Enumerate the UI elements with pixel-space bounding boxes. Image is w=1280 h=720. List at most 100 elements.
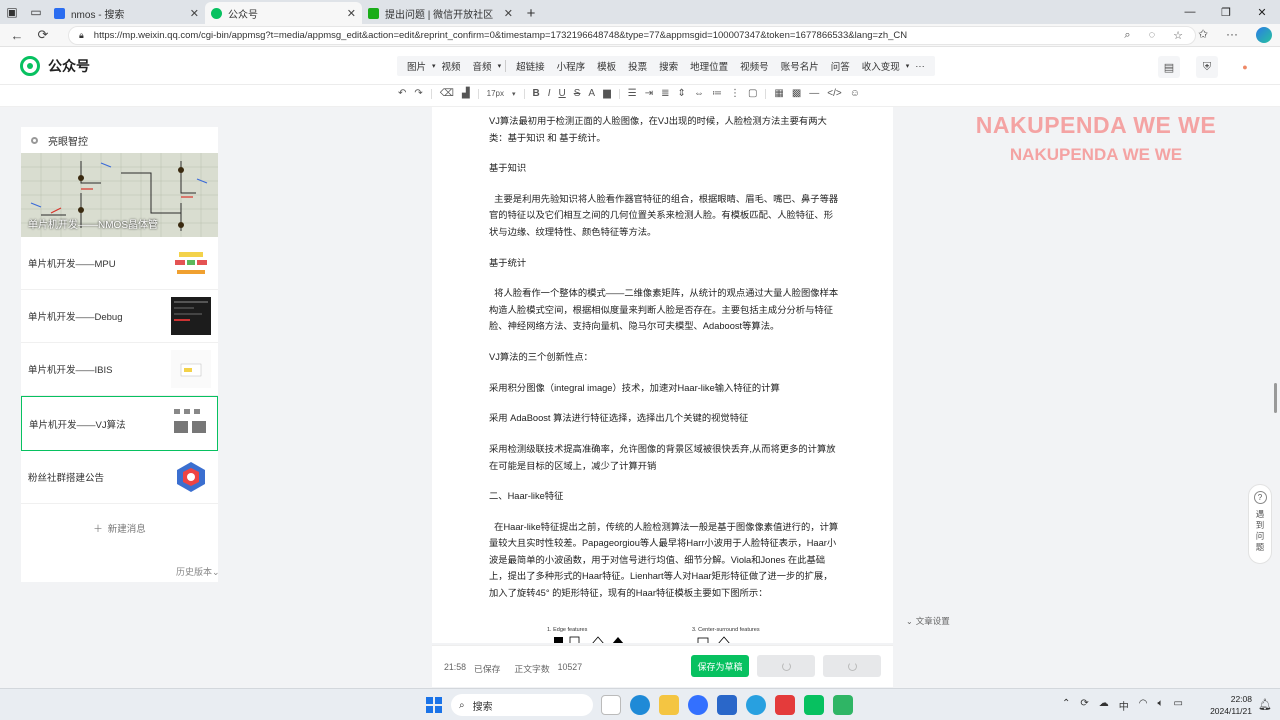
insert-template[interactable]: 模板 <box>591 59 622 73</box>
insert-account-card[interactable]: 账号名片 <box>775 59 825 73</box>
ordered-list-icon[interactable]: ≔ <box>712 88 722 99</box>
refresh-icon[interactable]: ⟳ <box>30 27 56 43</box>
account-header[interactable]: 亮眼智控 <box>21 127 218 153</box>
help-button[interactable]: ? 遇到问题 <box>1248 484 1272 564</box>
close-window-icon[interactable]: ✕ <box>1244 0 1280 24</box>
new-tab-button[interactable]: + <box>519 2 543 24</box>
netease-music-icon[interactable] <box>775 695 795 715</box>
article-editor[interactable]: VJ算法最初用于检测正面的人脸图像，在VJ出现的时候，人脸检测方法主要有两大类：… <box>432 107 893 643</box>
publish-button[interactable] <box>823 655 881 677</box>
article-body[interactable]: VJ算法最初用于检测正面的人脸图像，在VJ出现的时候，人脸检测方法主要有两大类：… <box>489 113 839 616</box>
maximize-icon[interactable]: ❐ <box>1208 0 1244 24</box>
insert-search[interactable]: 搜索 <box>653 59 684 73</box>
article-item-ibis[interactable]: 单片机开发——IBIS <box>21 343 218 396</box>
favorite-star-icon[interactable]: ☆ <box>1173 29 1183 42</box>
browser-tab-community[interactable]: 提出问题 | 微信开放社区 ✕ <box>362 2 519 24</box>
article-item-community[interactable]: 粉丝社群搭建公告 <box>21 451 218 504</box>
insert-video[interactable]: 视频 <box>436 59 467 73</box>
avatar[interactable]: ● <box>1234 56 1256 78</box>
insert-monetize[interactable]: 收入变现 <box>856 59 906 73</box>
shield-icon[interactable]: ⛨ <box>1196 56 1218 78</box>
sync-icon[interactable]: ⟳ <box>1080 698 1088 713</box>
preview-button[interactable] <box>757 655 815 677</box>
insert-more[interactable]: ··· <box>909 61 931 72</box>
font-size-select[interactable]: 17px <box>487 89 504 98</box>
cloud-icon[interactable]: ☁ <box>1099 698 1109 713</box>
page-scrollbar[interactable] <box>1274 383 1277 413</box>
browser-tab-search[interactable]: nmos - 搜索 ✕ <box>48 2 205 24</box>
insert-link[interactable]: 超链接 <box>510 59 551 73</box>
new-message-button[interactable]: ＋ 新建消息 <box>21 504 218 552</box>
clear-format-icon[interactable]: ▟ <box>462 88 470 99</box>
zoom-icon[interactable]: ⌕ <box>1124 29 1130 42</box>
insert-audio[interactable]: 音频 <box>467 59 498 73</box>
wechat-icon[interactable] <box>804 695 824 715</box>
letter-spacing-icon[interactable]: ⇔ <box>694 88 704 99</box>
chevron-up-icon[interactable]: ⌃ <box>1062 698 1070 713</box>
article-item-mpu[interactable]: 单片机开发——MPU <box>21 237 218 290</box>
line-height-icon[interactable]: ≣ <box>661 88 669 99</box>
undo-icon[interactable]: ↶ <box>398 88 406 99</box>
store-icon[interactable] <box>717 695 737 715</box>
input-method-icon[interactable]: 中 <box>1119 698 1129 713</box>
close-icon[interactable]: ✕ <box>347 7 356 20</box>
document-icon[interactable]: ▤ <box>1158 56 1180 78</box>
close-icon[interactable]: ✕ <box>504 7 513 20</box>
lark-icon[interactable] <box>688 695 708 715</box>
notification-bell-icon[interactable]: 🔔︎ <box>1258 698 1272 711</box>
font-color-icon[interactable]: A <box>588 88 595 99</box>
strikethrough-icon[interactable]: S <box>574 88 581 99</box>
battery-icon[interactable]: ▭ <box>1174 698 1183 713</box>
insert-qa[interactable]: 问答 <box>825 59 856 73</box>
read-aloud-icon[interactable]: ◌ <box>1149 29 1156 42</box>
emoji-grid-icon[interactable]: ▩ <box>792 88 801 99</box>
cover-article[interactable]: 单片机开发——NMOS晶体管 <box>21 153 218 237</box>
article-item-vj[interactable]: 单片机开发——VJ算法 <box>21 396 218 451</box>
smiley-icon[interactable]: ☺ <box>850 88 860 99</box>
unordered-list-icon[interactable]: ⋮ <box>730 88 740 99</box>
background-color-icon[interactable]: ▆ <box>603 88 611 99</box>
insert-vote[interactable]: 投票 <box>622 59 653 73</box>
horizontal-rule-icon[interactable]: — <box>809 88 819 99</box>
back-icon[interactable]: ← <box>4 28 30 43</box>
close-icon[interactable]: ✕ <box>190 7 199 20</box>
italic-icon[interactable]: I <box>548 88 551 99</box>
task-view-icon[interactable] <box>601 695 621 715</box>
favorites-icon[interactable]: ✩ <box>1198 27 1208 43</box>
edge-icon[interactable] <box>630 695 650 715</box>
bold-icon[interactable]: B <box>533 88 540 99</box>
format-brush-icon[interactable]: ⌫ <box>440 88 454 99</box>
browser-tab-gongzhonghao[interactable]: 公众号 ✕ <box>205 2 362 24</box>
browser-profile-icon[interactable]: ▣ <box>0 0 24 24</box>
indent-icon[interactable]: ⇥ <box>645 88 653 99</box>
taskbar-clock[interactable]: 22:08 2024/11/21 <box>1210 693 1252 717</box>
article-settings-button[interactable]: ⌄ 文章设置 <box>906 613 950 629</box>
insert-channels[interactable]: 视频号 <box>734 59 775 73</box>
underline-icon[interactable]: U <box>559 88 566 99</box>
tab-actions-icon[interactable]: ▭ <box>24 0 48 24</box>
article-item-debug[interactable]: 单片机开发——Debug <box>21 290 218 343</box>
monitor-app-icon[interactable] <box>833 695 853 715</box>
browser-icon[interactable] <box>746 695 766 715</box>
volume-icon[interactable]: 🔈︎ <box>1158 698 1164 713</box>
file-explorer-icon[interactable] <box>659 695 679 715</box>
redo-icon[interactable]: ↷ <box>414 88 422 99</box>
minimize-icon[interactable]: — <box>1172 0 1208 24</box>
taskbar-search[interactable]: ⌕ 搜索 <box>451 694 593 716</box>
insert-location[interactable]: 地理位置 <box>684 59 734 73</box>
code-icon[interactable]: </> <box>827 88 841 99</box>
insert-image[interactable]: 图片 <box>401 59 432 73</box>
app-logo[interactable]: 公众号 <box>20 56 90 76</box>
copilot-icon[interactable] <box>1256 27 1272 43</box>
wifi-icon[interactable]: ◠ <box>1139 698 1148 713</box>
history-version-link[interactable]: 历史版本⌄ <box>176 565 220 578</box>
save-draft-button[interactable]: 保存为草稿 <box>691 655 749 677</box>
more-icon[interactable]: ··· <box>1226 27 1238 43</box>
border-icon[interactable]: ▢ <box>748 88 757 99</box>
align-left-icon[interactable]: ☰ <box>628 88 637 99</box>
url-field[interactable]: 🔒︎ https://mp.weixin.qq.com/cgi-bin/appm… <box>68 26 1196 45</box>
table-icon[interactable]: ▦ <box>774 88 783 99</box>
insert-miniprogram[interactable]: 小程序 <box>551 59 592 73</box>
paragraph-spacing-icon[interactable]: ⇕ <box>678 88 686 99</box>
windows-start-icon[interactable] <box>426 697 442 713</box>
